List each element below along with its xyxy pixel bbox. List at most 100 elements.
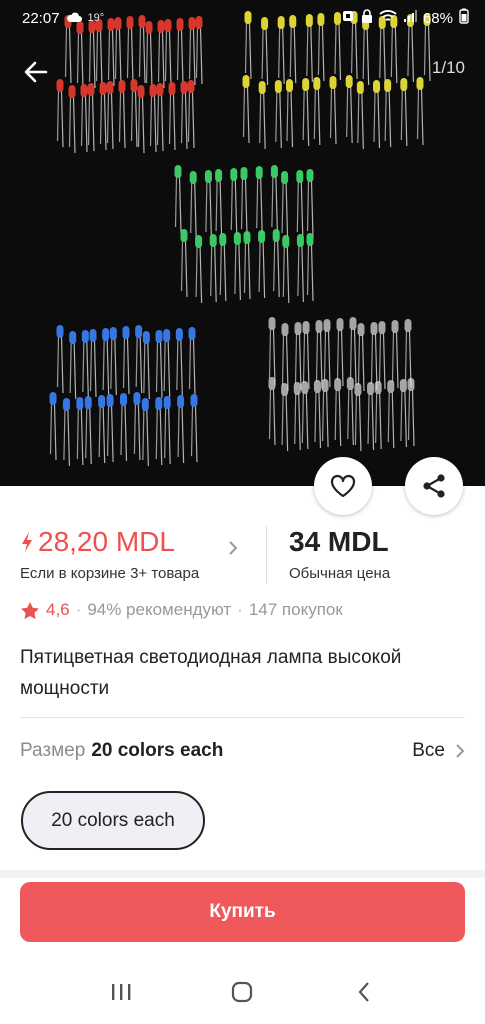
led xyxy=(282,235,290,304)
image-counter: 1/10 xyxy=(431,58,465,77)
led xyxy=(302,321,310,390)
favorite-button[interactable] xyxy=(314,457,372,515)
led xyxy=(321,379,329,448)
led xyxy=(99,82,107,151)
led xyxy=(240,167,248,236)
led xyxy=(301,381,309,450)
led xyxy=(373,80,381,149)
led xyxy=(135,325,143,394)
clock: 22:07 xyxy=(22,9,60,27)
led xyxy=(133,392,141,461)
led xyxy=(80,84,88,153)
led xyxy=(391,320,399,389)
led xyxy=(189,171,197,240)
led xyxy=(378,321,386,390)
led xyxy=(293,382,301,451)
home-button[interactable] xyxy=(212,967,272,1017)
led xyxy=(156,83,164,152)
led xyxy=(306,169,314,238)
led xyxy=(334,378,342,447)
led xyxy=(336,318,344,387)
size-option-chip[interactable]: 20 colors each xyxy=(21,791,205,850)
home-icon xyxy=(232,981,253,1003)
size-selector-header[interactable]: Размер 20 colors each Все xyxy=(20,740,465,762)
system-nav-bar xyxy=(0,960,485,1024)
led xyxy=(404,319,412,388)
led xyxy=(306,233,314,302)
led xyxy=(109,327,117,396)
led xyxy=(163,329,171,398)
led xyxy=(354,383,362,452)
rating-value: 4,6 xyxy=(46,600,70,619)
led xyxy=(302,78,310,147)
led xyxy=(268,317,276,386)
led xyxy=(357,323,365,392)
led xyxy=(233,232,241,301)
purchase-count: 147 покупок xyxy=(248,600,343,619)
led xyxy=(49,392,57,461)
led xyxy=(243,231,251,300)
led xyxy=(296,170,304,239)
lightning-icon xyxy=(22,532,32,552)
led xyxy=(270,165,278,234)
promo-price-value: 28,20 MDL xyxy=(38,526,175,557)
led xyxy=(294,322,302,391)
battery-level: 68% xyxy=(422,9,453,27)
led xyxy=(56,325,64,394)
alarm-icon xyxy=(341,9,355,27)
recommend-rate: 94% рекомендуют xyxy=(87,600,232,619)
rating-row[interactable]: 4,6 · 94% рекомендуют · 147 покупок xyxy=(20,600,343,620)
led xyxy=(281,323,289,392)
share-button[interactable] xyxy=(405,457,463,515)
led xyxy=(329,76,337,145)
led xyxy=(190,394,198,463)
led xyxy=(149,84,157,153)
led xyxy=(374,381,382,450)
product-image-gallery[interactable] xyxy=(0,0,485,486)
back-nav-button[interactable] xyxy=(334,967,394,1017)
led xyxy=(356,81,364,150)
led xyxy=(258,230,266,299)
buy-button[interactable]: Купить xyxy=(20,882,465,942)
led xyxy=(98,395,106,464)
led xyxy=(87,83,95,152)
regular-price-note: Обычная цена xyxy=(289,565,391,582)
divider xyxy=(20,717,465,718)
chevron-right-icon[interactable] xyxy=(228,540,238,561)
led xyxy=(313,77,321,146)
led xyxy=(180,229,188,298)
led xyxy=(258,81,266,150)
led xyxy=(296,234,304,303)
led xyxy=(68,85,76,154)
led xyxy=(122,326,130,395)
led xyxy=(195,235,203,304)
wifi-icon xyxy=(379,9,397,27)
price-section[interactable]: 28,20 MDL Если в корзине 3+ товара 34 MD… xyxy=(0,522,485,592)
size-label: Размер xyxy=(20,740,86,761)
led xyxy=(155,330,163,399)
recent-apps-icon xyxy=(111,984,131,1000)
led xyxy=(118,80,126,149)
led xyxy=(209,234,217,303)
led xyxy=(130,79,138,148)
led xyxy=(268,377,276,446)
promo-price-note: Если в корзине 3+ товара xyxy=(20,565,200,582)
chevron-left-icon xyxy=(358,982,369,1002)
led xyxy=(255,166,263,235)
heart-icon xyxy=(330,474,356,498)
led xyxy=(323,319,331,388)
led xyxy=(272,229,280,298)
led xyxy=(281,171,289,240)
led xyxy=(76,397,84,466)
weather-icon xyxy=(66,10,82,27)
section-separator xyxy=(0,870,485,878)
show-all-sizes-link[interactable]: Все xyxy=(412,740,465,762)
led xyxy=(345,75,353,144)
led xyxy=(175,328,183,397)
led xyxy=(230,168,238,237)
led xyxy=(384,79,392,148)
regular-price: 34 MDL xyxy=(289,526,389,557)
temperature: 19° xyxy=(87,12,105,24)
back-button[interactable] xyxy=(18,56,54,88)
recent-apps-button[interactable] xyxy=(91,967,151,1017)
